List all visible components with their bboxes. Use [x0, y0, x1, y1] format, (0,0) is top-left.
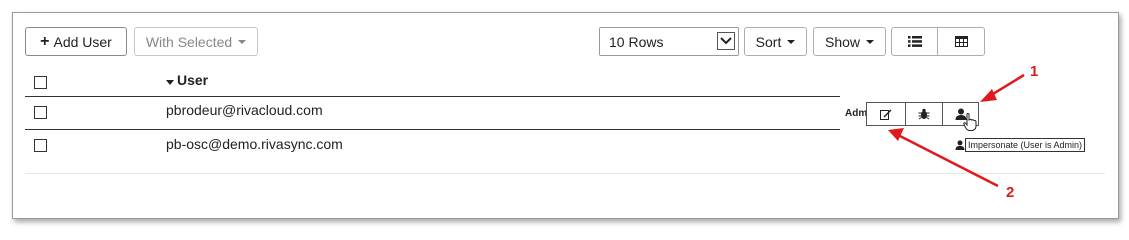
callout-number-2: 2	[1006, 184, 1015, 201]
callout-arrows	[888, 73, 1025, 188]
callout-number-1: 1	[1030, 63, 1039, 80]
